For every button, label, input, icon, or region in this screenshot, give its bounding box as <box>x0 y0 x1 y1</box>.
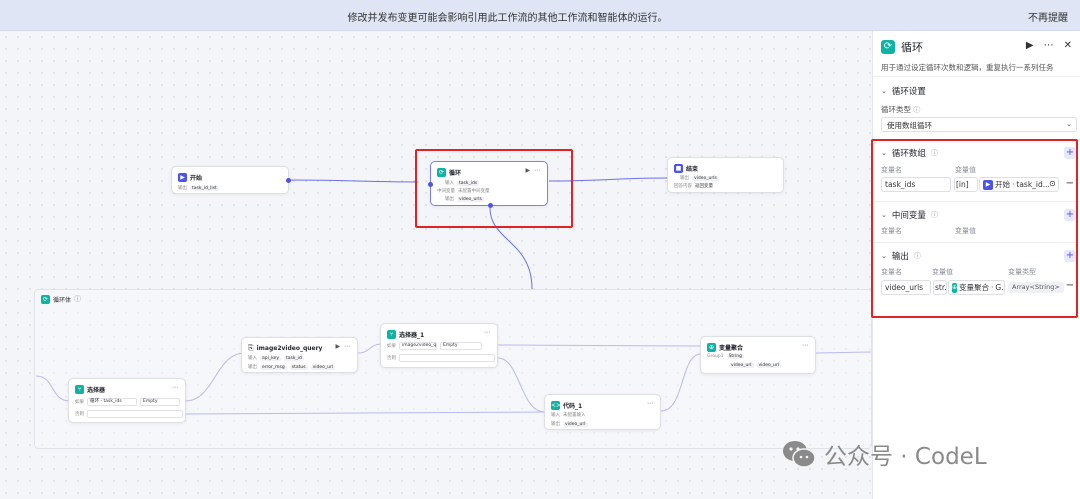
loop-type-label-text: 循环类型 <box>881 105 911 114</box>
type-tag: String <box>726 354 745 359</box>
else-field[interactable] <box>87 410 183 418</box>
loop-body-title: 循环体 <box>53 296 72 304</box>
node-tools[interactable]: ⋯ <box>802 342 809 349</box>
var-tag: video_urls <box>692 175 719 181</box>
chevron-down-icon: ⌄ <box>881 87 887 95</box>
selector-icon: ⑂ <box>387 330 396 339</box>
section-title: 循环设置 <box>891 87 926 97</box>
node-start[interactable]: ▶ 开始 输出 task_id_list <box>171 166 291 194</box>
else-label: 否则 <box>387 356 396 361</box>
input-label: 输入 <box>248 356 257 361</box>
start-icon: ▶ <box>178 173 187 182</box>
node-title: 开始 <box>190 175 203 182</box>
var-tag: task_id <box>284 355 304 361</box>
chevron-down-icon: ⌄ <box>1066 120 1072 128</box>
condition-var[interactable]: image2video_qu... <box>399 342 437 350</box>
answer-label: 回答内容 <box>674 184 692 189</box>
node-code-1[interactable]: <> 代码_1 ⋯ 输入 未配置输入 输出 video_url <box>544 394 661 430</box>
var-tag: video_url <box>563 421 588 427</box>
loop-body-icon: ⟳ <box>41 294 50 304</box>
node-tools[interactable]: ⋯ <box>172 384 179 391</box>
condition-var[interactable]: 循环 - task_ids <box>87 398 137 406</box>
if-label: 如果 <box>387 344 396 349</box>
more-icon[interactable]: ⋯ <box>1044 40 1054 51</box>
if-label: 如果 <box>75 400 84 405</box>
output-label: 输出 <box>178 186 187 191</box>
panel-title: 循环 <box>901 41 923 54</box>
node-title: 代码_1 <box>563 403 583 410</box>
var-tag: video_url <box>756 363 781 368</box>
condition-op[interactable]: Empty <box>140 398 180 406</box>
aggregator-icon: ⊕ <box>707 343 716 352</box>
edge-start-loop <box>287 179 419 183</box>
info-icon: ⓘ <box>74 295 82 303</box>
node-title: 选择器 <box>87 387 106 394</box>
node-selector[interactable]: ⑂ 选择器 ⋯ 如果 循环 - task_ids Empty 否则 <box>68 378 186 423</box>
node-title: image2video_query <box>256 345 323 352</box>
var-tag: video_url <box>310 364 336 370</box>
close-icon[interactable]: ✕ <box>1064 40 1072 51</box>
group-label: Group1 <box>707 354 724 359</box>
node-tools[interactable]: ⋯ <box>484 329 491 336</box>
output-label: 输出 <box>680 176 689 181</box>
var-tag: video_url <box>729 363 754 368</box>
node-image2video-query[interactable]: ⎘ image2video_query ▶ ⋯ 输入 api_key task_id … <box>241 337 358 373</box>
input-label: 输入 <box>551 413 560 418</box>
dismiss-button[interactable]: 不再提醒 <box>1028 9 1068 24</box>
node-tools[interactable]: ▶ ⋯ <box>335 343 351 350</box>
loop-type-select[interactable]: 使用数组循环 ⌄ <box>881 117 1077 132</box>
node-title: 结束 <box>686 166 699 173</box>
answer-value: 返回变量 <box>695 184 713 189</box>
node-end[interactable]: ■ 结束 输出 video_urls 回答内容 返回变量 <box>667 157 784 193</box>
end-icon: ■ <box>674 164 683 173</box>
node-tools[interactable]: ⋯ <box>647 400 654 407</box>
warning-banner: 修改并发布变更可能会影响引用此工作流的其他工作流和智能体的运行。 不再提醒 <box>0 0 1080 31</box>
var-tag: status <box>289 364 308 370</box>
loop-type-label: 循环类型 ⓘ <box>881 104 920 115</box>
selector-icon: ⑂ <box>75 385 84 394</box>
run-icon[interactable]: ▶ <box>1026 40 1034 51</box>
input-value: 未配置输入 <box>563 413 586 418</box>
wechat-icon <box>783 441 816 468</box>
banner-message: 修改并发布变更可能会影响引用此工作流的其他工作流和智能体的运行。 <box>347 13 668 24</box>
condition-op[interactable]: Empty <box>440 342 482 350</box>
divider <box>873 76 1080 77</box>
output-port[interactable] <box>286 178 291 183</box>
output-label: 输出 <box>248 365 257 370</box>
loop-icon: ⟳ <box>881 40 895 54</box>
highlight-loop-node <box>415 149 573 228</box>
loop-type-value: 使用数组循环 <box>887 121 932 130</box>
node-selector-1[interactable]: ⑂选择器_1 ⋯ 如果image2video_qu...Empty 否则 <box>380 323 498 368</box>
watermark: 公众号 · CodeL <box>782 437 987 471</box>
var-tag: api_key <box>260 355 281 361</box>
highlight-panel-vars <box>871 139 1078 318</box>
watermark-text: 公众号 · CodeL <box>824 444 987 470</box>
node-title: 变量聚合 <box>719 345 744 352</box>
else-field[interactable] <box>399 354 495 362</box>
panel-description: 用于通过设定循环次数和逻辑，重复执行一系列任务 <box>881 63 1054 72</box>
section-loop-settings[interactable]: ⌄ 循环设置 <box>881 85 926 97</box>
plugin-icon: ⎘ <box>248 344 254 352</box>
else-label: 否则 <box>75 412 84 417</box>
code-icon: <> <box>551 401 562 410</box>
info-icon: ⓘ <box>913 106 921 114</box>
var-tag: error_msg <box>260 364 287 370</box>
var-tag: task_id_list <box>190 185 219 191</box>
output-label: 输出 <box>551 422 560 427</box>
node-variable-aggregator[interactable]: ⊕ 变量聚合 ⋯ Group1 String video_url video_url <box>700 336 816 374</box>
node-title: 选择器_1 <box>399 332 425 339</box>
